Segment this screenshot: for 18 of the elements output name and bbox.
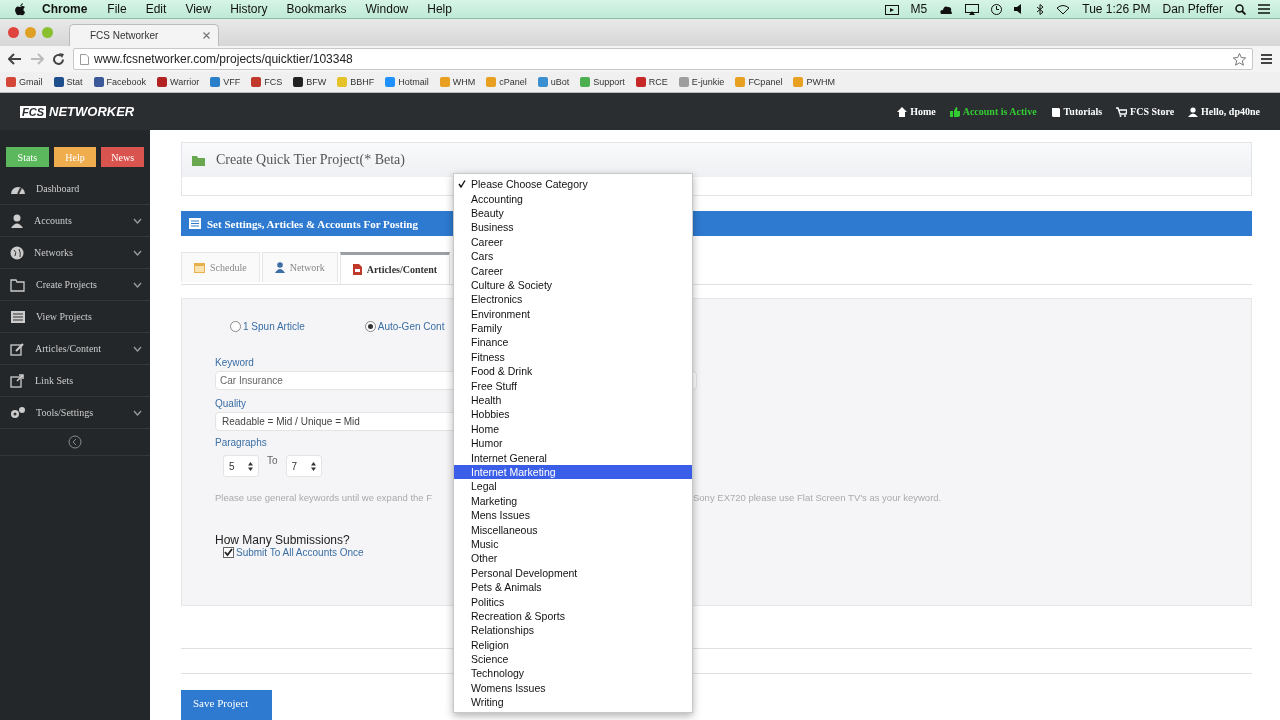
help-text: Please use general keywords until we expand the F [215, 492, 434, 503]
range-separator: To [267, 455, 278, 466]
page-title: Create Quick Tier Project(* Beta) [216, 152, 405, 168]
field-label: Keyword [215, 357, 254, 370]
sidebar-label: Dashboard [36, 183, 81, 194]
url-text: www.fcsnetworker.com/projects/quicktier/103348 [94, 52, 353, 66]
sidebar-label: Tools/Settings [36, 407, 95, 418]
question-label: How Many Submissions? [215, 533, 350, 547]
sidebar-label: Accounts [34, 215, 73, 226]
section-title: Set Settings, Articles & Accounts For Posting [207, 217, 418, 230]
help-text: Sony EX720 please use Flat Screen TV's as your keyword. [693, 492, 942, 503]
sidebar-label: Link Sets [35, 375, 75, 386]
field-label: Paragraphs [215, 437, 267, 450]
sidebar-label: Create Projects [36, 279, 98, 290]
sidebar-label: Networks [34, 247, 74, 258]
sidebar-label: View Projects [36, 311, 93, 322]
sidebar-label: Articles/Content [35, 343, 103, 354]
field-label: Quality [215, 398, 247, 411]
